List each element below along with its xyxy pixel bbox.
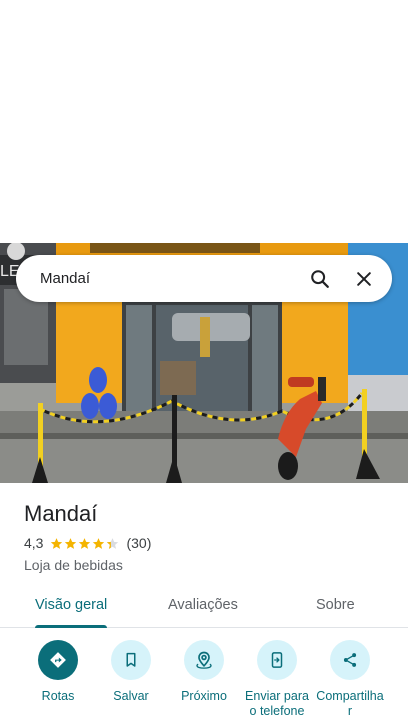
star-rating [50, 537, 120, 550]
active-tab-indicator [35, 625, 108, 628]
search-button[interactable] [298, 257, 342, 301]
send-to-phone-circle [257, 640, 297, 680]
tab-label: Visão geral [35, 597, 108, 613]
share-icon [343, 653, 357, 667]
nearby-button[interactable]: Próximo [167, 640, 241, 704]
rating-value: 4,3 [24, 535, 44, 551]
action-bar: Rotas Salvar Próximo Enviar para o telef… [0, 640, 408, 726]
place-name: Mandaí [24, 501, 98, 526]
star-full-icon [65, 537, 77, 549]
tab-about[interactable]: Sobre [316, 584, 355, 626]
star-full-icon [79, 537, 91, 549]
clear-search-button[interactable] [342, 257, 386, 301]
save-circle [111, 640, 151, 680]
search-bar [16, 255, 392, 302]
tab-reviews[interactable]: Avaliações [168, 584, 238, 626]
directions-icon [50, 652, 66, 668]
save-button[interactable]: Salvar [94, 640, 168, 704]
tab-bar: Visão geral Avaliações Sobre [0, 584, 408, 628]
nearby-icon [196, 651, 212, 669]
search-input[interactable] [16, 255, 298, 302]
star-partial-icon [107, 537, 119, 549]
action-label: Salvar [113, 689, 149, 703]
action-label: Próximo [181, 689, 227, 703]
close-icon [357, 271, 371, 286]
action-label: Enviar para o telefone [245, 689, 309, 718]
search-icon [311, 269, 329, 288]
directions-button[interactable]: Rotas [21, 640, 95, 704]
action-label: Rotas [41, 689, 75, 703]
place-category: Loja de bebidas [24, 557, 123, 573]
action-label: Compartilhar [316, 689, 384, 718]
nearby-circle [184, 640, 224, 680]
tab-label: Avaliações [168, 597, 238, 613]
place-sheet: LE Mandaí Mandaí 4,3 (30) Loja de bebida… [0, 0, 408, 726]
star-full-icon [93, 537, 105, 549]
send-to-phone-icon [271, 652, 283, 668]
star-full-icon [51, 537, 63, 549]
share-circle [330, 640, 370, 680]
share-button[interactable]: Compartilhar [313, 640, 387, 719]
review-count: (30) [126, 535, 152, 551]
tab-overview[interactable]: Visão geral [35, 584, 108, 628]
send-to-phone-button[interactable]: Enviar para o telefone [240, 640, 314, 719]
rating-row[interactable]: 4,3 (30) [24, 535, 151, 551]
directions-circle [38, 640, 78, 680]
tab-label: Sobre [316, 597, 355, 613]
bookmark-icon [126, 652, 136, 667]
place-info: Mandaí 4,3 (30) Loja de bebidas [24, 500, 151, 573]
